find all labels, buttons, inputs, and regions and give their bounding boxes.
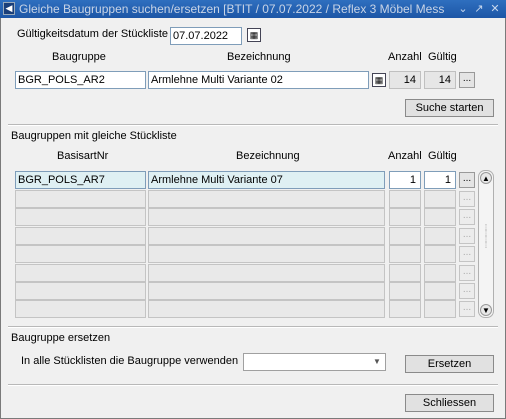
table-row[interactable] [15,282,457,300]
basisart-cell[interactable] [15,208,146,226]
start-search-button[interactable]: Suche starten [405,99,494,117]
bezeichnung-cell[interactable] [148,190,385,208]
anzahl-cell[interactable] [389,300,421,318]
anzahl-cell[interactable] [389,227,421,245]
replace-title: Baugruppe ersetzen [11,332,111,344]
validity-date-field[interactable]: 07.07.2022 [170,27,242,45]
gueltig-cell[interactable] [424,264,456,282]
basisart-cell[interactable] [15,190,146,208]
table-row[interactable] [15,190,457,208]
anzahl-cell[interactable] [389,208,421,226]
row-details-button[interactable]: ... [459,209,475,225]
basisart-cell[interactable] [15,300,146,318]
scroll-up-icon[interactable]: ▲ [480,172,492,184]
basisart-cell[interactable]: BGR_POLS_AR7 [15,171,146,189]
row-details-button[interactable]: ... [459,228,475,244]
header-bezeichnung-2: Bezeichnung [236,150,300,162]
header-baugruppe: Baugruppe [52,51,106,63]
title-bar[interactable]: ◀ Gleiche Baugruppen suchen/ersetzen [BT… [0,0,506,18]
calendar-icon[interactable]: ▦ [247,28,261,42]
basisart-cell[interactable] [15,264,146,282]
header-anzahl: Anzahl [388,51,422,63]
gueltig-cell[interactable] [424,245,456,263]
anzahl-cell[interactable] [389,245,421,263]
same-list-title: Baugruppen mit gleiche Stückliste [11,130,177,142]
validity-label: Gültigkeitsdatum der Stückliste [17,28,169,40]
bezeichnung-cell[interactable] [148,227,385,245]
gueltig-cell[interactable] [424,300,456,318]
table-scrollbar[interactable]: ▲ ⁞ ⁞ ⁞ ⁞ ▼ [478,170,494,318]
gueltig-cell[interactable] [424,190,456,208]
table-row[interactable] [15,208,457,226]
gueltig-cell[interactable] [424,208,456,226]
restore-icon[interactable]: ↗ [473,2,485,16]
replace-button[interactable]: Ersetzen [405,355,494,373]
anzahl-cell[interactable] [389,282,421,300]
basisart-cell[interactable] [15,227,146,245]
header-bezeichnung: Bezeichnung [227,51,291,63]
bezeichnung-cell[interactable] [148,300,385,318]
baugruppe-input[interactable]: BGR_POLS_AR2 [15,71,146,89]
row-details-button[interactable]: ... [459,246,475,262]
close-button[interactable]: Schliessen [405,394,494,412]
basisart-cell[interactable] [15,282,146,300]
chevron-down-icon[interactable]: ▼ [370,355,384,369]
gueltig-cell[interactable] [424,282,456,300]
lookup-icon[interactable]: ▦ [372,73,386,87]
row-details-button[interactable]: ... [459,172,475,188]
scroll-grip-icon[interactable]: ⁞ ⁞ ⁞ ⁞ [483,224,489,253]
window-title: Gleiche Baugruppen suchen/ersetzen [BTIT… [19,2,445,16]
anzahl-cell[interactable] [389,264,421,282]
app-icon: ◀ [3,2,15,15]
divider [8,125,498,126]
row-details-button[interactable]: ... [459,283,475,299]
header-basisartnr: BasisartNr [57,150,109,162]
divider [8,327,498,328]
table-row[interactable] [15,245,457,263]
table-row[interactable]: BGR_POLS_AR7 Armlehne Multi Variante 07 … [15,171,457,189]
anzahl-cell[interactable] [389,190,421,208]
table-row[interactable] [15,227,457,245]
bezeichnung-cell[interactable]: Armlehne Multi Variante 07 [148,171,385,189]
row-details-button[interactable]: ... [459,265,475,281]
header-gueltig-2: Gültig [428,150,457,162]
minimize-icon[interactable]: ⌄ [457,2,469,16]
bezeichnung-cell[interactable] [148,208,385,226]
divider [8,385,498,386]
anzahl-field: 14 [389,71,421,89]
bezeichnung-cell[interactable] [148,264,385,282]
basisart-cell[interactable] [15,245,146,263]
header-gueltig: Gültig [428,51,457,63]
gueltig-cell[interactable]: 1 [424,171,456,189]
bezeichnung-cell[interactable] [148,245,385,263]
bezeichnung-cell[interactable] [148,282,385,300]
bezeichnung-input[interactable]: Armlehne Multi Variante 02 [148,71,369,89]
table-row[interactable] [15,264,457,282]
table-row[interactable] [15,300,457,318]
gueltig-cell[interactable] [424,227,456,245]
use-label: In alle Stücklisten die Baugruppe verwen… [21,355,239,367]
row-details-button[interactable]: ... [459,301,475,317]
close-icon[interactable]: ✕ [489,2,501,16]
header-anzahl-2: Anzahl [388,150,422,162]
search-details-button[interactable]: ... [459,72,475,88]
scroll-down-icon[interactable]: ▼ [480,304,492,316]
row-details-button[interactable]: ... [459,191,475,207]
anzahl-cell[interactable]: 1 [389,171,421,189]
gueltig-field: 14 [424,71,456,89]
baugruppe-combo[interactable]: ▼ [243,353,386,371]
